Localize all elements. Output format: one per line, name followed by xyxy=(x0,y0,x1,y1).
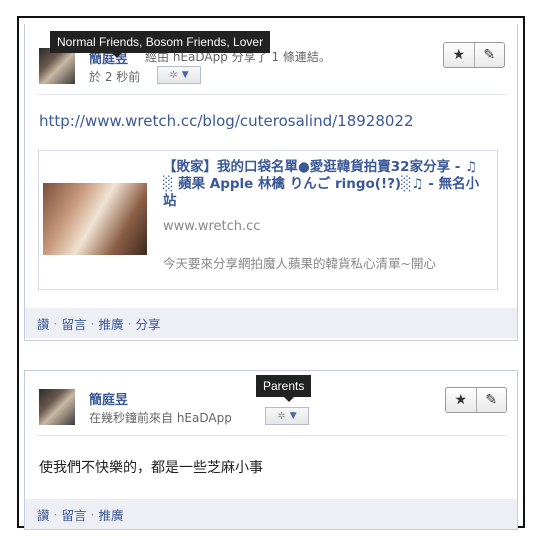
divider xyxy=(37,94,507,95)
comment-link[interactable]: 留言 xyxy=(62,505,87,524)
edit-button[interactable]: ✎ xyxy=(475,388,507,412)
audience-tooltip: Parents xyxy=(256,375,312,402)
star-icon: ★ xyxy=(452,47,466,63)
pencil-icon: ✎ xyxy=(483,47,496,63)
promote-link[interactable]: 推廣 xyxy=(99,505,124,524)
star-button[interactable]: ★ xyxy=(446,388,476,412)
timestamp[interactable]: 在幾秒鐘前來自 hEaDApp xyxy=(89,409,232,426)
chevron-down-icon: ▼ xyxy=(289,411,297,421)
attachment-domain: www.wretch.cc xyxy=(163,219,261,234)
chevron-down-icon: ▼ xyxy=(181,70,189,80)
story-footer: 讚 · 留言 · 推廣 · 分享 xyxy=(25,308,517,338)
pencil-icon: ✎ xyxy=(485,392,498,408)
like-link[interactable]: 讚 xyxy=(37,314,50,333)
attachment-thumbnail[interactable] xyxy=(43,183,147,255)
audience-tooltip: Normal Friends, Bosom Friends, Lover xyxy=(50,31,271,58)
divider xyxy=(37,435,507,436)
like-link[interactable]: 讚 xyxy=(37,505,50,524)
edit-button[interactable]: ✎ xyxy=(473,43,505,67)
promote-link[interactable]: 推廣 xyxy=(99,314,124,333)
author-name[interactable]: 簡庭昱 xyxy=(89,389,128,408)
comment-link[interactable]: 留言 xyxy=(62,314,87,333)
shared-link[interactable]: http://www.wretch.cc/blog/cuterosalind/1… xyxy=(39,112,414,130)
attachment-title[interactable]: 【敗家】我的口袋名單●愛逛韓貨拍賣32家分享 - ♫ ░ 蘋果 Apple 林檎… xyxy=(163,159,489,210)
audience-selector[interactable]: ✲ ▼ xyxy=(265,407,309,425)
link-attachment[interactable]: 【敗家】我的口袋名單●愛逛韓貨拍賣32家分享 - ♫ ░ 蘋果 Apple 林檎… xyxy=(38,150,498,290)
share-link[interactable]: 分享 xyxy=(136,314,161,333)
gear-icon: ✲ xyxy=(169,69,178,81)
status-message: 使我們不快樂的，都是一些芝麻小事 xyxy=(39,460,263,476)
gear-icon: ✲ xyxy=(277,410,286,422)
timestamp[interactable]: 於 2 秒前 xyxy=(89,68,140,85)
avatar[interactable] xyxy=(39,389,75,425)
star-button[interactable]: ★ xyxy=(444,43,474,67)
story-footer: 讚 · 留言 · 推廣 xyxy=(25,499,517,529)
star-icon: ★ xyxy=(454,392,468,408)
story-actions: ★ ✎ xyxy=(443,42,505,68)
attachment-description: 今天要來分享網拍魔人蘋果的韓貨私心清單~開心 xyxy=(163,256,436,271)
audience-selector[interactable]: ✲ ▼ xyxy=(157,66,201,84)
avatar[interactable] xyxy=(39,48,75,84)
story-actions: ★ ✎ xyxy=(445,387,507,413)
